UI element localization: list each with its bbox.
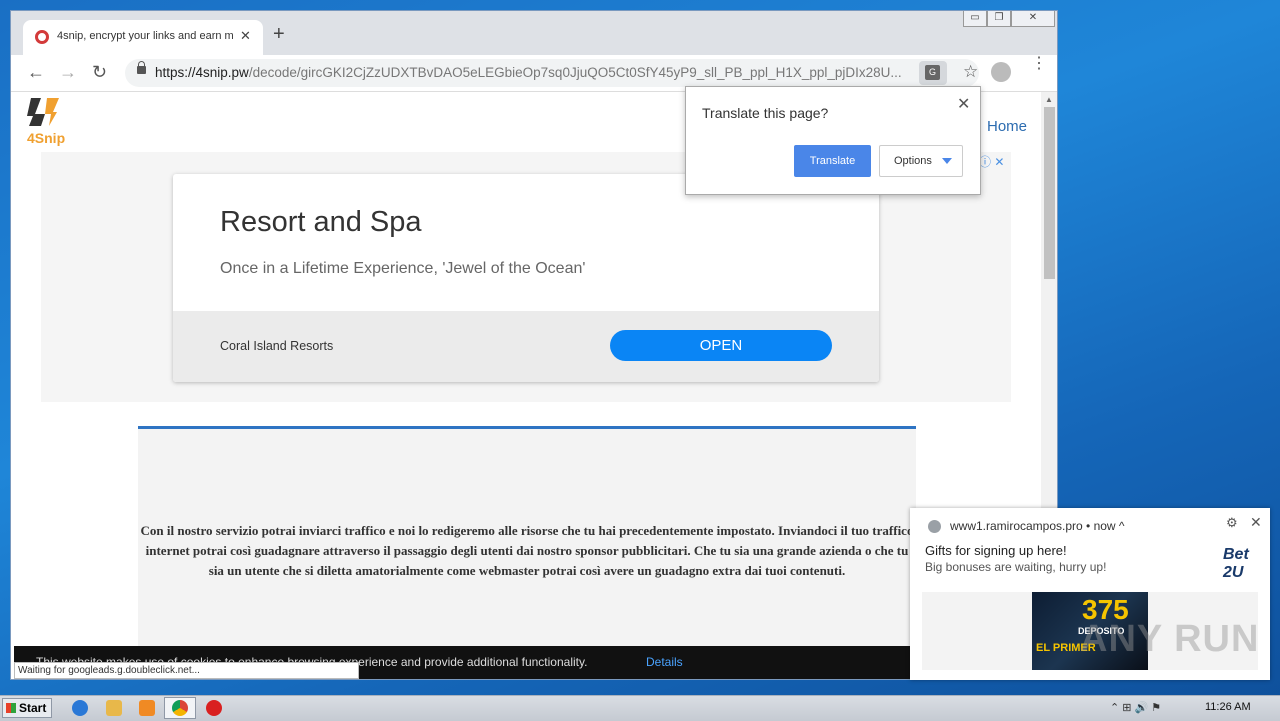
content-panel: Con il nostro servizio potrai inviarci t…: [138, 426, 916, 679]
explorer-icon[interactable]: [106, 700, 122, 716]
nav-home-link[interactable]: Home: [987, 118, 1027, 135]
address-bar[interactable]: https://4snip.pw/decode/gircGKI2CjZzUDXT…: [125, 59, 979, 87]
options-label: Options: [894, 155, 932, 167]
chrome-icon: [928, 520, 941, 533]
notification-close-icon[interactable]: ✕: [1250, 514, 1262, 531]
bet2u-logo: Bet 2U: [1223, 546, 1249, 581]
translate-options-button[interactable]: Options: [879, 145, 963, 177]
gear-icon[interactable]: ⚙: [1226, 515, 1238, 531]
close-window-button[interactable]: ✕: [1011, 11, 1055, 27]
alert-icon[interactable]: [206, 700, 222, 716]
back-icon[interactable]: ←: [27, 63, 45, 81]
ad-choices-icon[interactable]: ⓘ ✕: [979, 153, 1004, 170]
ad-advertiser: Coral Island Resorts: [220, 339, 334, 353]
taskbar: Start ⌃ ⊞ 🔊 ⚑ 11:26 AM: [0, 695, 1280, 721]
translate-glyph: G: [925, 65, 940, 80]
browser-tab[interactable]: 4snip, encrypt your links and earn m ✕: [23, 20, 263, 55]
status-bar: Waiting for googleads.g.doubleclick.net.…: [14, 662, 359, 679]
media-player-icon[interactable]: [139, 700, 155, 716]
site-favicon-icon: [35, 30, 49, 44]
ad-headline[interactable]: Resort and Spa: [220, 206, 422, 239]
start-label: Start: [19, 701, 47, 715]
url-host: https://4snip.pw: [155, 65, 249, 80]
system-tray-icons[interactable]: ⌃ ⊞ 🔊 ⚑: [1110, 701, 1161, 714]
clock[interactable]: 11:26 AM: [1205, 701, 1251, 713]
chevron-down-icon: [942, 158, 952, 164]
notification-title: Gifts for signing up here!: [925, 543, 1067, 558]
browser-menu-icon[interactable]: ⋮: [1031, 56, 1047, 72]
push-notification[interactable]: www1.ramirocampos.pro • now ^ ⚙ ✕ Gifts …: [910, 508, 1270, 680]
start-button[interactable]: Start: [2, 698, 52, 718]
watermark: ANY RUN: [1080, 618, 1260, 660]
new-tab-icon[interactable]: +: [273, 24, 285, 44]
ad-open-button[interactable]: OPEN: [610, 330, 832, 361]
restore-button[interactable]: ❐: [987, 11, 1011, 27]
4snip-logo-icon[interactable]: [27, 96, 61, 128]
notification-body: Big bonuses are waiting, hurry up!: [925, 560, 1107, 574]
translate-icon[interactable]: G: [919, 61, 947, 85]
body-text: Con il nostro servizio potrai inviarci t…: [140, 523, 914, 578]
tab-strip: 4snip, encrypt your links and earn m ✕ +…: [11, 11, 1057, 55]
bookmark-star-icon[interactable]: ☆: [963, 62, 978, 82]
translate-bubble: Translate this page? ✕ Translate Options: [685, 86, 981, 195]
ad-subline: Once in a Lifetime Experience, 'Jewel of…: [220, 260, 586, 277]
notification-source: www1.ramirocampos.pro • now ^: [950, 519, 1125, 533]
translate-close-icon[interactable]: ✕: [957, 94, 970, 114]
profile-avatar[interactable]: [991, 62, 1011, 82]
cookie-details-link[interactable]: Details: [646, 655, 683, 669]
lock-icon: [137, 61, 146, 74]
chrome-taskbar-button[interactable]: [164, 697, 196, 719]
logo-text: 4Snip: [27, 130, 66, 146]
url-path: /decode/gircGKI2CjZzUDXTBvDAO5eLEGbieOp7…: [248, 65, 902, 80]
url-text[interactable]: https://4snip.pw/decode/gircGKI2CjZzUDXT…: [155, 65, 915, 80]
windows-logo-icon: [6, 703, 16, 713]
tab-close-icon[interactable]: ✕: [240, 28, 251, 44]
minimize-button[interactable]: ▭: [963, 11, 987, 27]
chrome-icon: [172, 700, 188, 716]
ad-card[interactable]: Resort and Spa Once in a Lifetime Experi…: [173, 174, 879, 382]
ad-footer: Coral Island Resorts OPEN: [173, 311, 879, 382]
tab-title: 4snip, encrypt your links and earn m: [57, 30, 233, 42]
translate-button[interactable]: Translate: [794, 145, 871, 177]
translate-question: Translate this page?: [702, 105, 829, 121]
ie-icon[interactable]: [72, 700, 88, 716]
scrollbar-thumb[interactable]: [1044, 107, 1055, 279]
forward-icon[interactable]: →: [59, 63, 77, 81]
scroll-up-icon[interactable]: ▲: [1045, 95, 1053, 104]
reload-icon[interactable]: ↻: [92, 63, 107, 81]
